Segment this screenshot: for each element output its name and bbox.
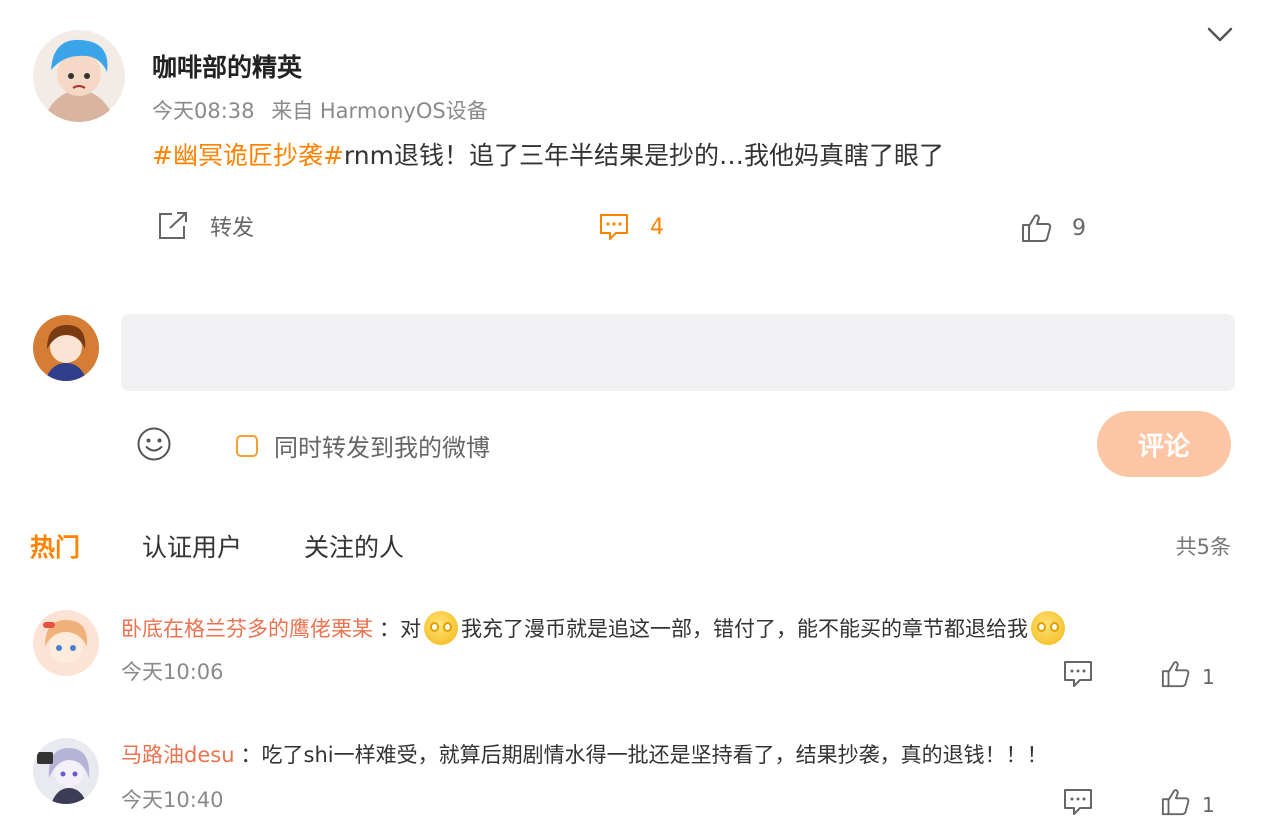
emoji-icon <box>1031 611 1065 645</box>
comment-text: 吃了shi一样难受，就算后期剧情水得一批还是坚持看了，结果抄袭，真的退钱！！！ <box>261 743 1048 767</box>
post-topic-link[interactable]: #幽冥诡匠抄袭# <box>152 141 344 170</box>
comment-like-button[interactable]: 1 <box>1160 787 1215 822</box>
thumbs-up-icon <box>1020 212 1054 244</box>
comment-avatar[interactable] <box>33 738 99 804</box>
reply-button[interactable] <box>1063 788 1093 821</box>
comment-prefix: ： <box>240 743 262 767</box>
comment-icon <box>598 212 630 242</box>
comment-button[interactable]: 4 <box>598 212 664 242</box>
list-item: 马路油desu ： 吃了shi一样难受，就算后期剧情水得一批还是坚持看了，结果抄… <box>121 739 1048 769</box>
comment-username[interactable]: 卧底在格兰芬多的鹰佬栗某 <box>121 613 373 643</box>
post-text: #幽冥诡匠抄袭#rnm退钱！追了三年半结果是抄的…我他妈真瞎了眼了 <box>152 136 944 172</box>
reply-button[interactable] <box>1063 660 1093 693</box>
comment-like-count: 1 <box>1202 664 1215 689</box>
tab-verified-users[interactable]: 认证用户 <box>142 528 242 564</box>
list-item: 卧底在格兰芬多的鹰佬栗某 ：对 我充了漫币就是追这一部，错付了，能不能买的章节都… <box>121 611 1068 645</box>
share-icon <box>156 210 190 242</box>
comment-time: 今天10:06 <box>121 660 224 684</box>
comment-input[interactable] <box>121 314 1235 391</box>
thumbs-up-icon <box>1160 787 1192 822</box>
comment-filter-tabs: 热门 认证用户 关注的人 <box>30 528 466 564</box>
also-repost-label: 同时转发到我的微博 <box>274 434 490 462</box>
post-body: rnm退钱！追了三年半结果是抄的…我他妈真瞎了眼了 <box>343 141 944 170</box>
comment-icon <box>1063 660 1093 693</box>
also-repost-option[interactable]: 同时转发到我的微博 <box>236 428 490 463</box>
tab-following[interactable]: 关注的人 <box>304 528 404 564</box>
post-author-avatar[interactable] <box>33 30 125 122</box>
comment-avatar[interactable] <box>33 610 99 676</box>
comment-like-count: 1 <box>1202 792 1215 817</box>
comment-text: 我充了漫币就是追这一部，错付了，能不能买的章节都退给我 <box>461 617 1028 641</box>
like-button[interactable]: 9 <box>1020 212 1086 244</box>
comment-username[interactable]: 马路油desu <box>121 739 235 769</box>
post-meta: 今天08:38 来自 HarmonyOS设备 <box>152 95 488 125</box>
chevron-down-icon[interactable] <box>1206 26 1234 48</box>
comment-total: 共5条 <box>1175 535 1231 559</box>
post-time: 今天08:38 <box>152 99 255 123</box>
comment-time: 今天10:40 <box>121 788 224 812</box>
comment-like-button[interactable]: 1 <box>1160 659 1215 694</box>
thumbs-up-icon <box>1160 659 1192 694</box>
repost-button[interactable]: 转发 <box>156 210 254 242</box>
also-repost-checkbox[interactable] <box>236 434 258 457</box>
like-count: 9 <box>1072 215 1086 241</box>
comment-icon <box>1063 788 1093 821</box>
comment-prefix: ：对 <box>379 617 421 641</box>
comment-count: 4 <box>650 214 664 240</box>
tab-hot[interactable]: 热门 <box>30 528 80 564</box>
post-source: 来自 HarmonyOS设备 <box>271 99 488 123</box>
emoji-icon <box>424 611 458 645</box>
repost-label: 转发 <box>210 216 255 241</box>
smiley-icon[interactable] <box>136 426 172 466</box>
post-author-name[interactable]: 咖啡部的精英 <box>152 48 302 84</box>
current-user-avatar <box>33 315 99 381</box>
submit-comment-button[interactable]: 评论 <box>1097 411 1231 477</box>
